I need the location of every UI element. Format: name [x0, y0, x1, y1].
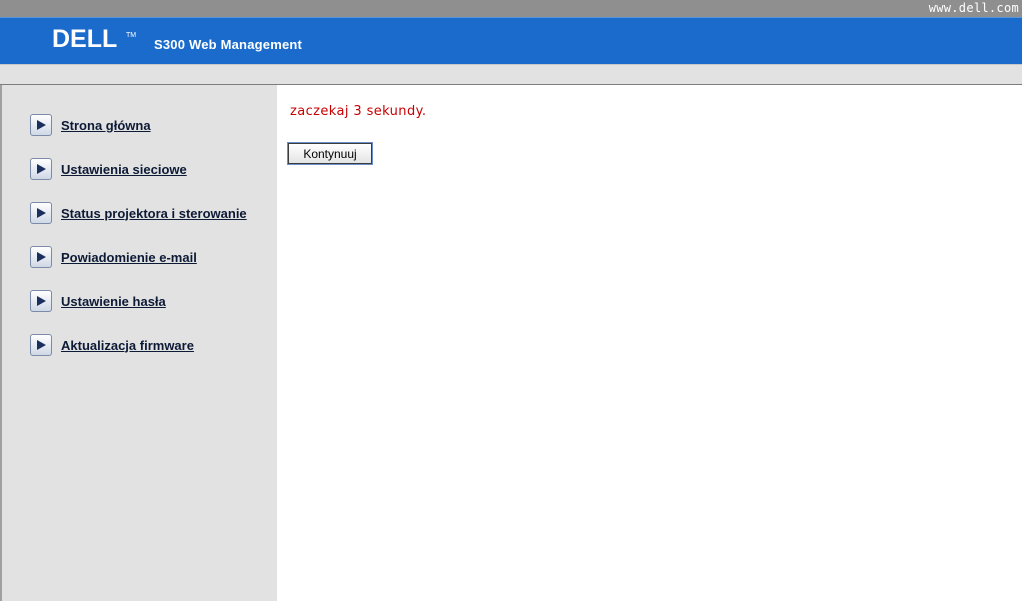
sidebar-item-label[interactable]: Status projektora i sterowanie: [61, 206, 247, 221]
logo-trademark: TM: [126, 32, 137, 39]
app-title: S300 Web Management: [154, 37, 303, 52]
sidebar: Strona główna Ustawienia sieciowe Status…: [0, 85, 277, 601]
sidebar-item-label[interactable]: Powiadomienie e-mail: [61, 250, 197, 265]
arrow-right-icon[interactable]: [30, 246, 52, 268]
sidebar-item-password-setting[interactable]: Ustawienie hasła: [30, 288, 166, 314]
top-strip: www.dell.com: [0, 0, 1022, 17]
wait-message: zaczekaj 3 sekundy.: [290, 104, 427, 119]
sidebar-item-email-alert[interactable]: Powiadomienie e-mail: [30, 244, 197, 270]
sidebar-item-label[interactable]: Ustawienie hasła: [61, 294, 166, 309]
header-separator: [0, 64, 1022, 85]
sidebar-item-firmware-update[interactable]: Aktualizacja firmware: [30, 332, 194, 358]
arrow-right-icon[interactable]: [30, 114, 52, 136]
main-content: zaczekaj 3 sekundy. Kontynuuj: [277, 85, 1022, 601]
dell-logo: DELL TM: [52, 25, 136, 53]
sidebar-item-home[interactable]: Strona główna: [30, 112, 151, 138]
sidebar-item-network-settings[interactable]: Ustawienia sieciowe: [30, 156, 187, 182]
sidebar-item-label[interactable]: Aktualizacja firmware: [61, 338, 194, 353]
continue-button[interactable]: Kontynuuj: [287, 142, 373, 165]
site-url-link[interactable]: www.dell.com: [929, 1, 1019, 15]
header-banner: DELL TM S300 Web Management: [0, 17, 1022, 64]
sidebar-item-projector-status[interactable]: Status projektora i sterowanie: [30, 200, 247, 226]
arrow-right-icon[interactable]: [30, 290, 52, 312]
sidebar-item-label[interactable]: Ustawienia sieciowe: [61, 162, 187, 177]
arrow-right-icon[interactable]: [30, 202, 52, 224]
arrow-right-icon[interactable]: [30, 158, 52, 180]
sidebar-item-label[interactable]: Strona główna: [61, 118, 151, 133]
logo-text: DELL: [52, 25, 118, 53]
arrow-right-icon[interactable]: [30, 334, 52, 356]
